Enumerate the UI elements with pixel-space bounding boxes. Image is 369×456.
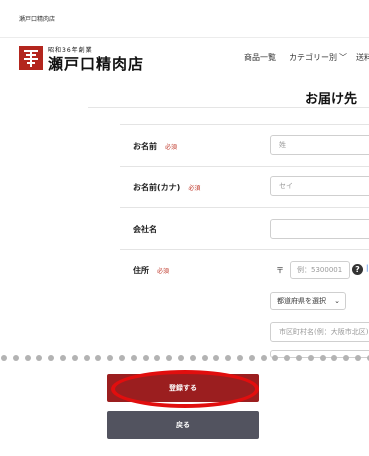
divider xyxy=(120,207,369,208)
main-nav: 商品一覧 カテゴリー別 ﹀ 送料 xyxy=(0,52,369,66)
required-badge: 必須 xyxy=(188,185,201,192)
separator-dot xyxy=(237,355,243,361)
topbar: 瀬戸口精肉店 xyxy=(0,0,369,38)
question-circle-icon[interactable]: ? xyxy=(352,264,363,275)
separator-dot xyxy=(71,355,78,361)
separator-dot xyxy=(201,355,208,361)
required-badge: 必須 xyxy=(165,144,178,151)
company-field[interactable] xyxy=(270,219,369,239)
separator-dot xyxy=(107,355,114,361)
kana-label: お名前(カナ) 必須 xyxy=(133,182,200,193)
separator-dot xyxy=(272,355,279,361)
nav-item-categories[interactable]: カテゴリー別 ﹀ xyxy=(289,52,347,63)
separator-dot xyxy=(95,355,102,361)
nav-item-products[interactable]: 商品一覧 xyxy=(244,52,276,63)
separator-dot xyxy=(189,355,196,361)
separator-dot xyxy=(284,355,291,361)
kana-label-text: お名前(カナ) xyxy=(133,183,181,192)
separator-dot xyxy=(355,355,361,361)
divider xyxy=(120,166,369,167)
separator-dot xyxy=(1,355,7,361)
separator-dot xyxy=(12,355,19,361)
address-label-text: 住所 xyxy=(133,266,149,275)
divider xyxy=(120,124,369,125)
separator-dot xyxy=(36,355,43,361)
back-button[interactable]: 戻る xyxy=(107,411,259,439)
separator-dot xyxy=(319,355,326,361)
chevron-down-icon: ﹀ xyxy=(339,53,347,62)
separator-dot xyxy=(166,355,173,361)
topbar-shop-name: 瀬戸口精肉店 xyxy=(19,16,56,23)
name-label: お名前 必須 xyxy=(133,141,177,152)
divider xyxy=(120,249,369,250)
separator-dot xyxy=(331,355,338,361)
required-badge: 必須 xyxy=(157,268,170,275)
annotation-circle xyxy=(111,370,259,408)
dotted-separator xyxy=(0,355,369,361)
nav-item-categories-label: カテゴリー別 xyxy=(289,53,337,62)
separator-dot xyxy=(24,355,31,361)
chevron-down-icon: ⌄ xyxy=(334,297,340,305)
name-label-text: お名前 xyxy=(133,142,157,151)
separator-dot xyxy=(142,355,149,361)
last-name-kana-field[interactable]: セイ xyxy=(270,176,369,196)
company-label: 会社名 xyxy=(133,225,157,234)
prefecture-select[interactable]: 都道府県を選択 ⌄ xyxy=(270,292,346,310)
separator-dot xyxy=(343,355,350,361)
separator-dot xyxy=(119,355,125,361)
divider xyxy=(88,107,369,108)
address-label: 住所 必須 xyxy=(133,265,169,276)
separator-dot xyxy=(225,355,232,361)
help-link[interactable]: | xyxy=(366,264,368,272)
separator-dot xyxy=(130,355,137,361)
separator-dot xyxy=(260,355,267,361)
nav-item-shipping[interactable]: 送料 xyxy=(356,52,369,63)
prefecture-select-value: 都道府県を選択 xyxy=(277,297,326,305)
city-field[interactable]: 市区町村名(例：大阪市北区) xyxy=(270,322,369,342)
postal-code-field[interactable]: 例：5300001 xyxy=(290,261,350,279)
separator-dot xyxy=(213,355,220,361)
separator-dot xyxy=(307,355,314,361)
postal-mark: 〒 xyxy=(276,266,284,275)
page-title: お届け先 xyxy=(305,92,358,107)
separator-dot xyxy=(48,355,55,361)
last-name-field[interactable]: 姓 xyxy=(270,135,369,155)
separator-dot xyxy=(83,355,90,361)
separator-dot xyxy=(296,355,302,361)
separator-dot xyxy=(248,355,255,361)
separator-dot xyxy=(154,355,161,361)
separator-dot xyxy=(178,355,184,361)
separator-dot xyxy=(60,355,66,361)
